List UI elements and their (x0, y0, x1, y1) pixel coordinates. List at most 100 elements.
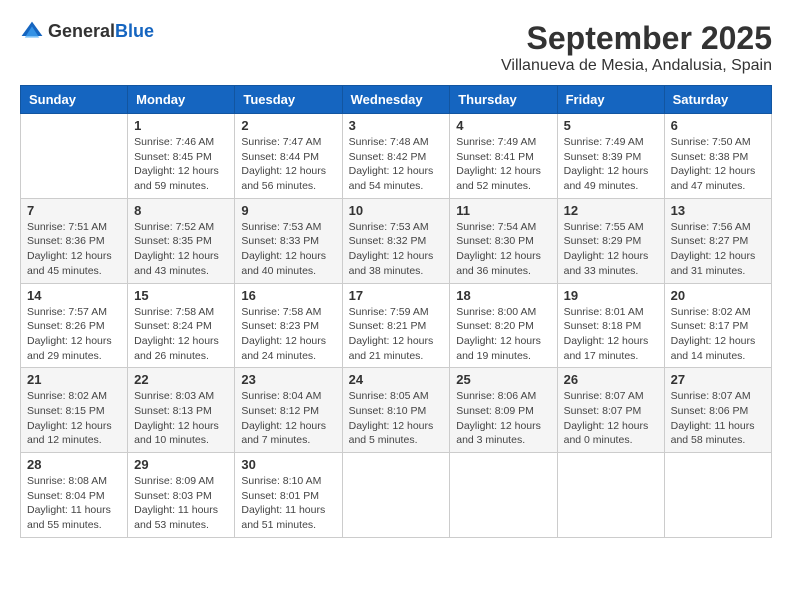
table-row: 8 Sunrise: 7:52 AM Sunset: 8:35 PM Daylig… (128, 198, 235, 283)
day-number: 8 (134, 203, 228, 218)
day-number: 5 (564, 118, 658, 133)
table-row: 25 Sunrise: 8:06 AM Sunset: 8:09 PM Dayli… (450, 368, 557, 453)
day-number: 3 (349, 118, 444, 133)
day-info: Sunrise: 7:59 AM Sunset: 8:21 PM Dayligh… (349, 305, 444, 364)
calendar-week-row: 14 Sunrise: 7:57 AM Sunset: 8:26 PM Dayli… (21, 283, 772, 368)
day-number: 18 (456, 288, 550, 303)
day-number: 2 (241, 118, 335, 133)
day-info: Sunrise: 7:53 AM Sunset: 8:32 PM Dayligh… (349, 220, 444, 279)
day-info: Sunrise: 8:00 AM Sunset: 8:20 PM Dayligh… (456, 305, 550, 364)
day-number: 1 (134, 118, 228, 133)
col-tuesday: Tuesday (235, 86, 342, 114)
table-row: 9 Sunrise: 7:53 AM Sunset: 8:33 PM Daylig… (235, 198, 342, 283)
day-info: Sunrise: 7:50 AM Sunset: 8:38 PM Dayligh… (671, 135, 765, 194)
day-number: 29 (134, 457, 228, 472)
table-row: 30 Sunrise: 8:10 AM Sunset: 8:01 PM Dayli… (235, 453, 342, 538)
calendar: Sunday Monday Tuesday Wednesday Thursday… (20, 85, 772, 538)
table-row: 11 Sunrise: 7:54 AM Sunset: 8:30 PM Dayli… (450, 198, 557, 283)
location-title: Villanueva de Mesia, Andalusia, Spain (501, 57, 772, 75)
day-info: Sunrise: 7:47 AM Sunset: 8:44 PM Dayligh… (241, 135, 335, 194)
table-row: 16 Sunrise: 7:58 AM Sunset: 8:23 PM Dayli… (235, 283, 342, 368)
table-row: 18 Sunrise: 8:00 AM Sunset: 8:20 PM Dayli… (450, 283, 557, 368)
col-sunday: Sunday (21, 86, 128, 114)
calendar-week-row: 1 Sunrise: 7:46 AM Sunset: 8:45 PM Daylig… (21, 114, 772, 199)
day-number: 23 (241, 372, 335, 387)
day-info: Sunrise: 7:53 AM Sunset: 8:33 PM Dayligh… (241, 220, 335, 279)
month-title: September 2025 (501, 20, 772, 57)
day-info: Sunrise: 7:57 AM Sunset: 8:26 PM Dayligh… (27, 305, 121, 364)
day-info: Sunrise: 8:08 AM Sunset: 8:04 PM Dayligh… (27, 474, 121, 533)
day-number: 6 (671, 118, 765, 133)
day-info: Sunrise: 7:52 AM Sunset: 8:35 PM Dayligh… (134, 220, 228, 279)
day-number: 17 (349, 288, 444, 303)
day-number: 11 (456, 203, 550, 218)
col-friday: Friday (557, 86, 664, 114)
table-row: 7Sunrise: 7:51 AM Sunset: 8:36 PM Daylig… (21, 198, 128, 283)
day-number: 9 (241, 203, 335, 218)
table-row (557, 453, 664, 538)
day-number: 19 (564, 288, 658, 303)
day-info: Sunrise: 7:46 AM Sunset: 8:45 PM Dayligh… (134, 135, 228, 194)
day-info: Sunrise: 7:48 AM Sunset: 8:42 PM Dayligh… (349, 135, 444, 194)
table-row (342, 453, 450, 538)
logo-icon (20, 20, 44, 44)
header: GeneralBlue September 2025 Villanueva de… (20, 20, 772, 75)
table-row: 20 Sunrise: 8:02 AM Sunset: 8:17 PM Dayli… (664, 283, 771, 368)
calendar-header-row: Sunday Monday Tuesday Wednesday Thursday… (21, 86, 772, 114)
table-row: 3 Sunrise: 7:48 AM Sunset: 8:42 PM Daylig… (342, 114, 450, 199)
table-row: 6 Sunrise: 7:50 AM Sunset: 8:38 PM Daylig… (664, 114, 771, 199)
table-row: 15 Sunrise: 7:58 AM Sunset: 8:24 PM Dayli… (128, 283, 235, 368)
day-number: 27 (671, 372, 765, 387)
col-saturday: Saturday (664, 86, 771, 114)
day-number: 16 (241, 288, 335, 303)
table-row: 5 Sunrise: 7:49 AM Sunset: 8:39 PM Daylig… (557, 114, 664, 199)
day-info: Sunrise: 8:10 AM Sunset: 8:01 PM Dayligh… (241, 474, 335, 533)
day-info: Sunrise: 7:58 AM Sunset: 8:23 PM Dayligh… (241, 305, 335, 364)
day-number: 20 (671, 288, 765, 303)
day-number: 25 (456, 372, 550, 387)
table-row: 26Sunrise: 8:07 AM Sunset: 8:07 PM Dayli… (557, 368, 664, 453)
day-number: 15 (134, 288, 228, 303)
day-number: 24 (349, 372, 444, 387)
day-info: Sunrise: 8:05 AM Sunset: 8:10 PM Dayligh… (349, 389, 444, 448)
table-row: 27Sunrise: 8:07 AM Sunset: 8:06 PM Dayli… (664, 368, 771, 453)
day-number: 28 (27, 457, 121, 472)
day-info: Sunrise: 8:09 AM Sunset: 8:03 PM Dayligh… (134, 474, 228, 533)
col-wednesday: Wednesday (342, 86, 450, 114)
table-row: 21Sunrise: 8:02 AM Sunset: 8:15 PM Dayli… (21, 368, 128, 453)
calendar-week-row: 7Sunrise: 7:51 AM Sunset: 8:36 PM Daylig… (21, 198, 772, 283)
day-info: Sunrise: 7:55 AM Sunset: 8:29 PM Dayligh… (564, 220, 658, 279)
day-info: Sunrise: 8:02 AM Sunset: 8:17 PM Dayligh… (671, 305, 765, 364)
table-row: 10 Sunrise: 7:53 AM Sunset: 8:32 PM Dayli… (342, 198, 450, 283)
table-row: 19Sunrise: 8:01 AM Sunset: 8:18 PM Dayli… (557, 283, 664, 368)
day-number: 13 (671, 203, 765, 218)
day-number: 30 (241, 457, 335, 472)
day-info: Sunrise: 8:06 AM Sunset: 8:09 PM Dayligh… (456, 389, 550, 448)
table-row: 28 Sunrise: 8:08 AM Sunset: 8:04 PM Dayli… (21, 453, 128, 538)
table-row (450, 453, 557, 538)
table-row: 17 Sunrise: 7:59 AM Sunset: 8:21 PM Dayli… (342, 283, 450, 368)
day-info: Sunrise: 7:58 AM Sunset: 8:24 PM Dayligh… (134, 305, 228, 364)
table-row (21, 114, 128, 199)
table-row: 2 Sunrise: 7:47 AM Sunset: 8:44 PM Daylig… (235, 114, 342, 199)
calendar-week-row: 28 Sunrise: 8:08 AM Sunset: 8:04 PM Dayli… (21, 453, 772, 538)
table-row: 4Sunrise: 7:49 AM Sunset: 8:41 PM Daylig… (450, 114, 557, 199)
day-number: 14 (27, 288, 121, 303)
table-row: 23Sunrise: 8:04 AM Sunset: 8:12 PM Dayli… (235, 368, 342, 453)
table-row: 22Sunrise: 8:03 AM Sunset: 8:13 PM Dayli… (128, 368, 235, 453)
day-info: Sunrise: 7:54 AM Sunset: 8:30 PM Dayligh… (456, 220, 550, 279)
logo: GeneralBlue (20, 20, 154, 44)
table-row: 14 Sunrise: 7:57 AM Sunset: 8:26 PM Dayli… (21, 283, 128, 368)
day-info: Sunrise: 7:49 AM Sunset: 8:39 PM Dayligh… (564, 135, 658, 194)
day-info: Sunrise: 7:56 AM Sunset: 8:27 PM Dayligh… (671, 220, 765, 279)
title-area: September 2025 Villanueva de Mesia, Anda… (501, 20, 772, 75)
table-row: 12Sunrise: 7:55 AM Sunset: 8:29 PM Dayli… (557, 198, 664, 283)
calendar-week-row: 21Sunrise: 8:02 AM Sunset: 8:15 PM Dayli… (21, 368, 772, 453)
day-number: 10 (349, 203, 444, 218)
logo-general: GeneralBlue (48, 22, 154, 42)
logo-text: GeneralBlue (48, 22, 154, 42)
table-row: 1 Sunrise: 7:46 AM Sunset: 8:45 PM Daylig… (128, 114, 235, 199)
day-number: 22 (134, 372, 228, 387)
day-number: 4 (456, 118, 550, 133)
day-number: 26 (564, 372, 658, 387)
